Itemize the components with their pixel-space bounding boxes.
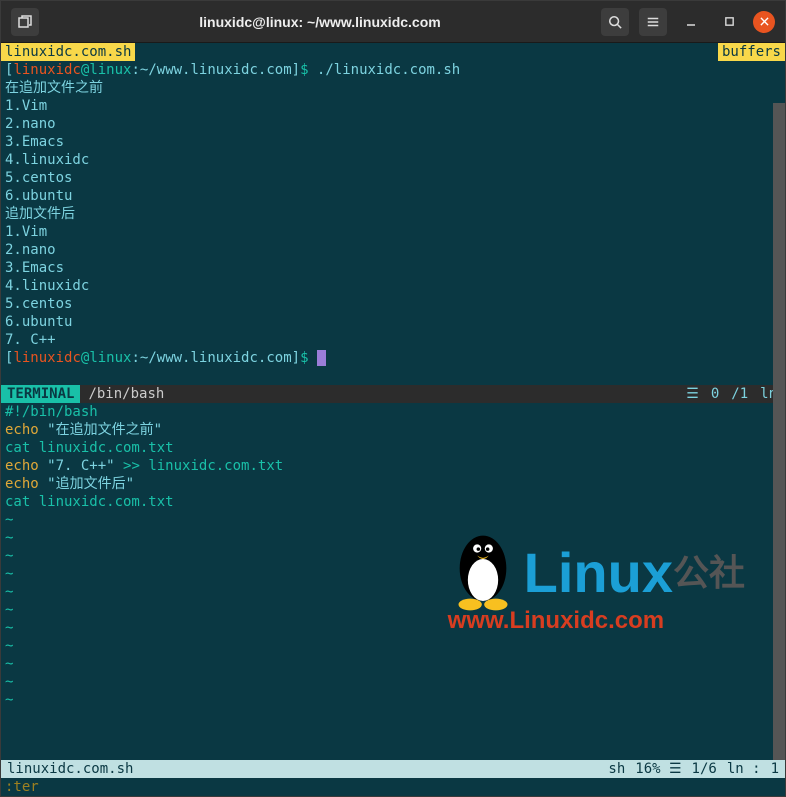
empty-line: ~ xyxy=(5,637,781,655)
prompt-line: [linuxidc@linux:~/www.linuxidc.com]$ ./l… xyxy=(5,61,781,79)
editor-pane[interactable]: #!/bin/bash echo "在追加文件之前" cat linuxidc.… xyxy=(1,403,785,760)
output-line: 1.Vim xyxy=(5,223,781,241)
line-pos: 0 xyxy=(711,386,719,402)
output-line: 3.Emacs xyxy=(5,133,781,151)
output-line: 4.linuxidc xyxy=(5,277,781,295)
output-line: 5.centos xyxy=(5,169,781,187)
status-percent: 16% ☰ xyxy=(635,760,681,778)
scrollbar-thumb[interactable] xyxy=(773,103,785,760)
content-area: linuxidc.com.sh buffers [linuxidc@linux:… xyxy=(1,43,785,796)
empty-line: ~ xyxy=(5,547,781,565)
line-total: /1 xyxy=(731,386,748,402)
output-line: 6.ubuntu xyxy=(5,313,781,331)
status-position: 1/6 xyxy=(692,760,717,778)
code-line: cat linuxidc.com.txt xyxy=(5,439,781,457)
command-line[interactable]: :ter xyxy=(1,778,785,796)
output-line: 追加文件后 xyxy=(5,205,781,223)
output-line: 1.Vim xyxy=(5,97,781,115)
mode-indicator: TERMINAL xyxy=(1,385,80,403)
empty-line: ~ xyxy=(5,619,781,637)
new-tab-button[interactable] xyxy=(11,8,39,36)
empty-line: ~ xyxy=(5,565,781,583)
output-line: 2.nano xyxy=(5,241,781,259)
output-line: 3.Emacs xyxy=(5,259,781,277)
code-line: echo "在追加文件之前" xyxy=(5,421,781,439)
output-line: 6.ubuntu xyxy=(5,187,781,205)
tab-active[interactable]: linuxidc.com.sh xyxy=(1,43,135,61)
tab-line: linuxidc.com.sh buffers xyxy=(1,43,785,61)
scrollbar[interactable] xyxy=(773,103,785,760)
terminal-status-bar: TERMINAL /bin/bash ☰ 0 /1 ln xyxy=(1,385,785,403)
code-line: cat linuxidc.com.txt xyxy=(5,493,781,511)
search-button[interactable] xyxy=(601,8,629,36)
output-line: 5.centos xyxy=(5,295,781,313)
empty-line: ~ xyxy=(5,601,781,619)
code-line: #!/bin/bash xyxy=(5,403,781,421)
buffers-label[interactable]: buffers xyxy=(718,43,785,61)
editor-status-line: linuxidc.com.sh sh 16% ☰ 1/6 ln : 1 xyxy=(1,760,785,778)
status-filename: linuxidc.com.sh xyxy=(7,760,608,778)
output-line: 在追加文件之前 xyxy=(5,79,781,97)
minimize-button[interactable] xyxy=(677,8,705,36)
terminal-window: linuxidc@linux: ~/www.linuxidc.com linux… xyxy=(0,0,786,797)
code-line: echo "追加文件后" xyxy=(5,475,781,493)
cursor xyxy=(317,350,326,366)
titlebar: linuxidc@linux: ~/www.linuxidc.com xyxy=(1,1,785,43)
menu-button[interactable] xyxy=(639,8,667,36)
empty-line: ~ xyxy=(5,655,781,673)
maximize-button[interactable] xyxy=(715,8,743,36)
empty-line: ~ xyxy=(5,529,781,547)
close-button[interactable] xyxy=(753,11,775,33)
terminal-output-pane[interactable]: [linuxidc@linux:~/www.linuxidc.com]$ ./l… xyxy=(1,61,785,385)
status-filetype: sh xyxy=(608,760,625,778)
blank-line xyxy=(5,367,781,385)
output-line: 7. C++ xyxy=(5,331,781,349)
shell-path: /bin/bash xyxy=(80,386,172,402)
output-line: 4.linuxidc xyxy=(5,151,781,169)
prompt-line: [linuxidc@linux:~/www.linuxidc.com]$ xyxy=(5,349,781,367)
status-col: 1 xyxy=(771,760,779,778)
empty-line: ~ xyxy=(5,583,781,601)
window-title: linuxidc@linux: ~/www.linuxidc.com xyxy=(39,14,601,30)
status-ln: ln : xyxy=(727,760,761,778)
code-line: echo "7. C++" >> linuxidc.com.txt xyxy=(5,457,781,475)
empty-line: ~ xyxy=(5,691,781,709)
output-line: 2.nano xyxy=(5,115,781,133)
hamburger-icon: ☰ xyxy=(686,386,699,402)
empty-line: ~ xyxy=(5,511,781,529)
empty-line: ~ xyxy=(5,673,781,691)
